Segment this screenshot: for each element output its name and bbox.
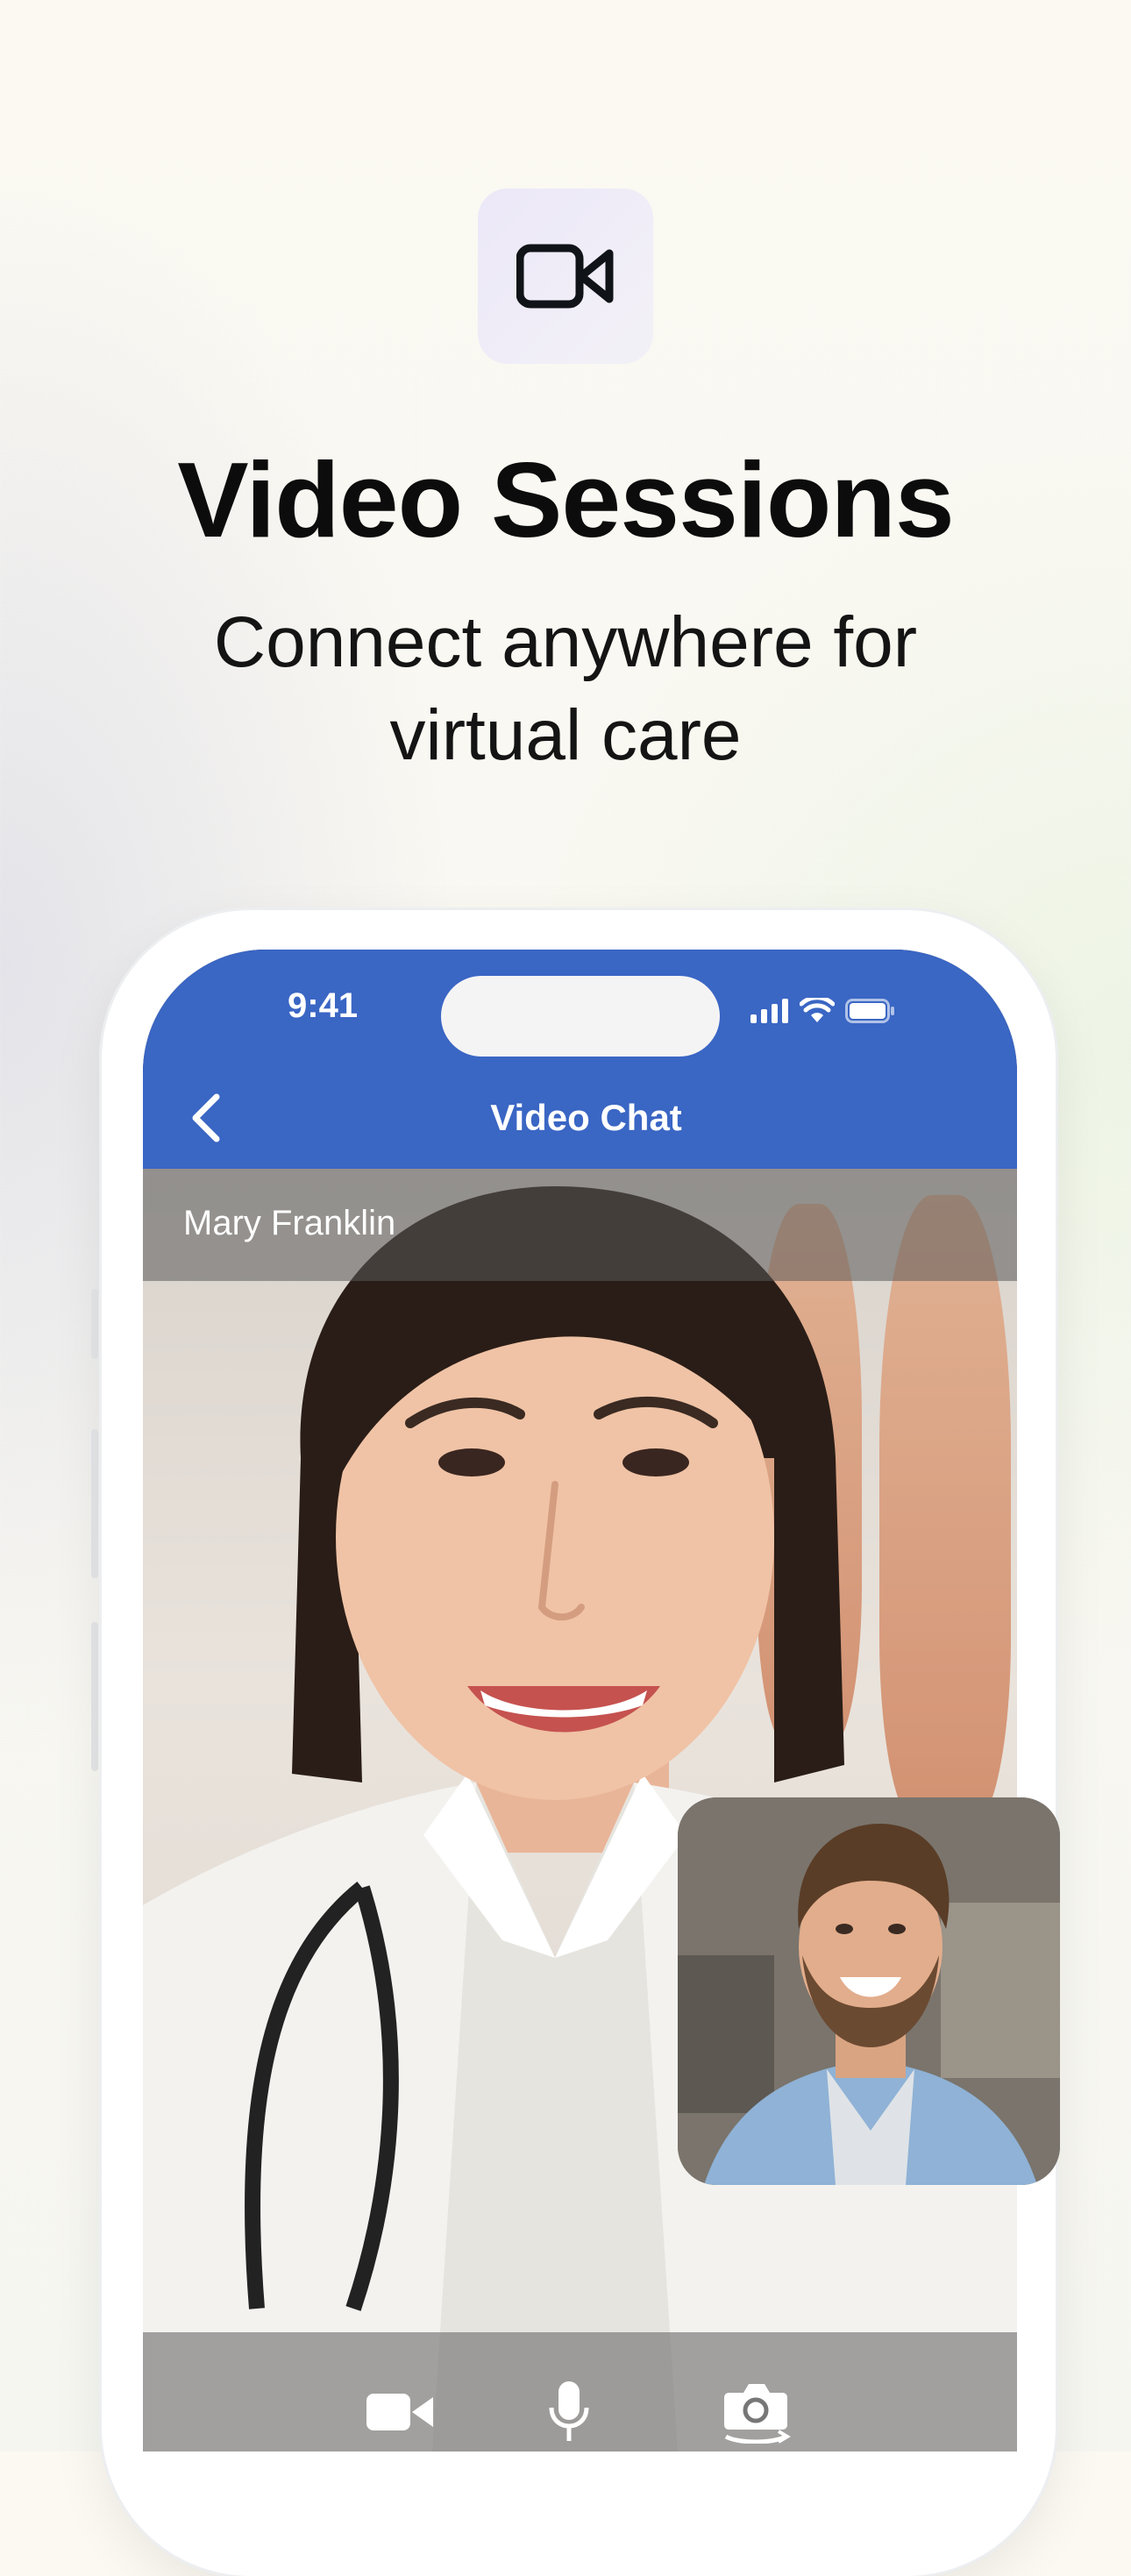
cellular-signal-icon <box>750 999 788 1023</box>
video-camera-icon <box>516 244 614 309</box>
self-view-video[interactable] <box>678 1797 1060 2185</box>
switch-camera-icon <box>724 2384 791 2444</box>
wifi-icon <box>800 998 835 1022</box>
phone-volume-up-button <box>91 1429 98 1578</box>
battery-icon <box>845 999 894 1023</box>
video-camera-icon <box>366 2394 433 2430</box>
status-icons <box>750 995 896 1027</box>
camera-toggle-button[interactable] <box>362 2374 437 2450</box>
status-time: 9:41 <box>288 986 359 1025</box>
phone-side-button <box>91 1289 98 1359</box>
microphone-toggle-button[interactable] <box>531 2374 607 2450</box>
patient-portrait <box>678 1797 1060 2185</box>
phone-volume-down-button <box>91 1622 98 1771</box>
microphone-icon <box>549 2381 589 2441</box>
switch-camera-button[interactable] <box>718 2374 793 2450</box>
hero-title: Video Sessions <box>177 440 955 559</box>
hero-subtitle: Connect anywhere for virtual care <box>213 602 918 775</box>
call-controls-bar <box>143 2332 1017 2451</box>
hero-icon-tile <box>478 189 653 364</box>
dynamic-island <box>441 976 720 1057</box>
app-header: 9:41 Video Chat <box>143 950 1017 1169</box>
header-title: Video Chat <box>490 1097 682 1138</box>
caller-name-bar: Mary Franklin <box>143 1169 1017 1281</box>
caller-name: Mary Franklin <box>183 1204 396 1242</box>
phone-screen: 9:41 Video Chat Mary Franklin <box>143 950 1017 2451</box>
